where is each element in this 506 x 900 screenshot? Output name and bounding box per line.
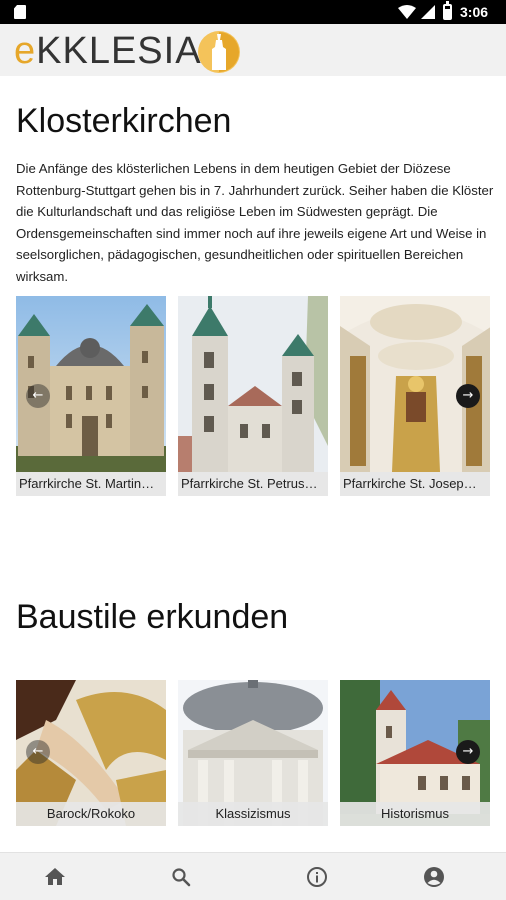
style-card[interactable]: Klassizismus	[178, 680, 328, 826]
status-bar: 3:06	[0, 0, 506, 24]
church-card[interactable]: ← Pfarrkirche St. Martin…	[16, 296, 166, 496]
app-bar: eKKLESIA	[0, 24, 506, 76]
status-time: 3:06	[460, 4, 489, 20]
logo-prefix: e	[14, 30, 37, 72]
card-caption: Klassizismus	[178, 802, 328, 826]
style-card[interactable]: ← Barock/Rokoko	[16, 680, 166, 826]
carousel-monasteries[interactable]: ← Pfarrkirche St. Martin… Pfarrkirche St…	[16, 296, 492, 496]
card-caption: Pfarrkirche St. Petrus…	[178, 472, 328, 496]
carousel-styles[interactable]: ← Barock/Rokoko Klassizismus → Historism…	[16, 680, 492, 852]
logo-emblem-icon	[198, 31, 240, 73]
app-screen: 3:06 eKKLESIA Klosterkirchen Die Anfänge…	[0, 0, 506, 900]
card-caption: Pfarrkirche St. Martin…	[16, 472, 166, 496]
bottom-navigation	[0, 852, 506, 900]
card-caption: Barock/Rokoko	[16, 802, 166, 826]
signal-icon	[421, 5, 435, 19]
home-icon[interactable]	[43, 865, 67, 889]
arrow-left-icon[interactable]: ←	[26, 384, 50, 408]
section-title-monasteries: Klosterkirchen	[16, 102, 232, 140]
logo-text: KKLESIA	[36, 30, 202, 72]
section-description: Die Anfänge des klösterlichen Lebens in …	[16, 161, 494, 284]
wifi-icon	[398, 5, 416, 19]
arrow-left-icon[interactable]: ←	[26, 740, 50, 764]
church-card[interactable]: → Pfarrkirche St. Josep…	[340, 296, 490, 496]
church-card[interactable]: Pfarrkirche St. Petrus…	[178, 296, 328, 496]
account-icon[interactable]	[422, 865, 446, 889]
info-icon[interactable]	[305, 865, 329, 889]
card-caption: Historismus	[340, 802, 490, 826]
sim-card-icon	[14, 5, 26, 19]
arrow-right-icon[interactable]: →	[456, 740, 480, 764]
card-caption: Pfarrkirche St. Josep…	[340, 472, 490, 496]
church-image	[178, 296, 328, 472]
style-card[interactable]: → Historismus	[340, 680, 490, 826]
content-area[interactable]: Klosterkirchen Die Anfänge des klösterli…	[0, 76, 506, 852]
app-logo[interactable]: eKKLESIA	[14, 30, 202, 72]
arrow-right-icon[interactable]: →	[456, 384, 480, 408]
search-icon[interactable]	[169, 865, 193, 889]
section-title-styles: Baustile erkunden	[16, 598, 289, 636]
battery-icon	[443, 1, 452, 20]
